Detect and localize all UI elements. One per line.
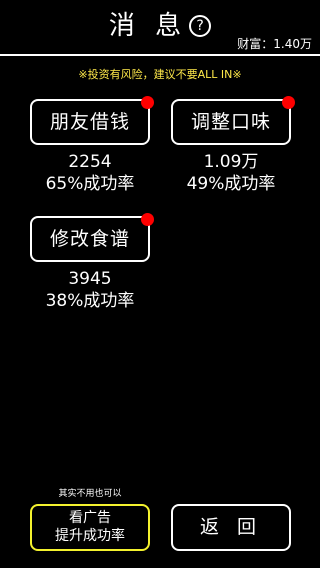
borrow-money-button[interactable]: 朋友借钱: [30, 96, 154, 145]
borrow-amount: 2254: [68, 152, 112, 172]
modify-recipe-button[interactable]: 修改食谱: [30, 213, 154, 262]
recipe-amount: 3945: [68, 269, 112, 289]
boost-rate-label: 提升成功率: [55, 528, 125, 544]
adjust-taste-button[interactable]: 调整口味: [171, 96, 295, 145]
watch-ad-button[interactable]: 看广告 提升成功率: [30, 504, 150, 551]
notification-dot-icon: [141, 96, 154, 109]
wealth-label: 财富：1.40万: [237, 37, 312, 51]
adjust-taste-label: 调整口味: [190, 111, 271, 133]
watch-ad-label: 看广告: [69, 510, 111, 526]
ad-hint: 其实不用也可以: [58, 489, 122, 499]
taste-success-rate: 49%成功率: [186, 174, 276, 194]
modify-recipe-label: 修改食谱: [49, 228, 130, 250]
notification-dot-icon: [282, 96, 295, 109]
borrow-success-rate: 65%成功率: [45, 174, 135, 194]
risk-warning: ※投资有风险，建议不要ALL IN※: [78, 68, 242, 81]
borrow-money-label: 朋友借钱: [49, 111, 130, 133]
message-card-recipe: 修改食谱 3945 38%成功率: [30, 213, 154, 312]
help-icon[interactable]: ?: [189, 15, 212, 37]
page-title-text: 消 息: [108, 11, 188, 41]
message-card-taste: 调整口味 1.09万 49%成功率: [171, 96, 295, 195]
recipe-success-rate: 38%成功率: [45, 291, 135, 311]
taste-amount: 1.09万: [203, 152, 259, 172]
back-button[interactable]: 返 回: [171, 504, 291, 551]
header-divider: [0, 54, 320, 56]
message-card-borrow: 朋友借钱 2254 65%成功率: [30, 96, 154, 195]
notification-dot-icon: [141, 213, 154, 226]
